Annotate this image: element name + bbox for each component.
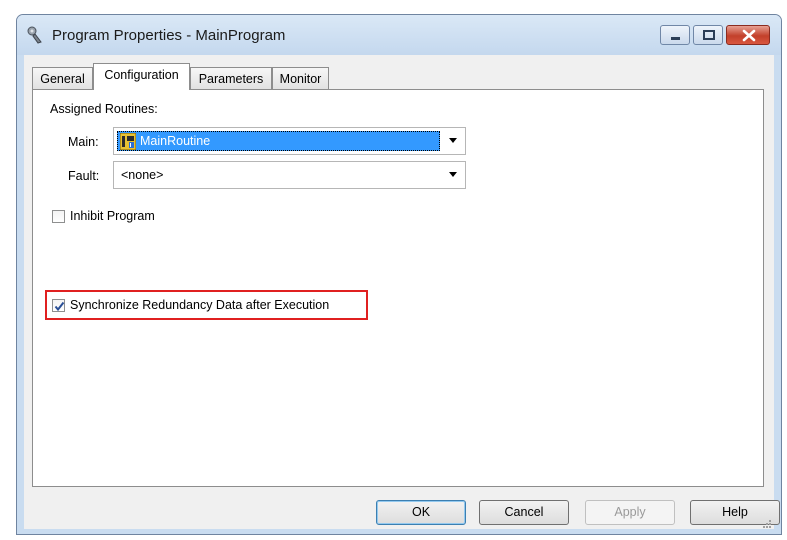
- fault-routine-select[interactable]: <none>: [113, 161, 466, 189]
- synchronize-redundancy-label[interactable]: Synchronize Redundancy Data after Execut…: [70, 298, 329, 312]
- ok-button[interactable]: OK: [376, 500, 466, 525]
- checkmark-icon: [54, 301, 65, 312]
- inhibit-program-checkbox[interactable]: [52, 210, 65, 223]
- assigned-routines-label: Assigned Routines:: [50, 102, 158, 116]
- fault-routine-value: <none>: [121, 168, 164, 182]
- title-bar[interactable]: Program Properties - MainProgram: [17, 15, 781, 55]
- fault-routine-label: Fault:: [68, 169, 100, 183]
- chevron-down-icon[interactable]: [449, 172, 457, 177]
- dialog-window: Program Properties - MainProgram General…: [16, 14, 782, 535]
- program-properties-icon: [26, 25, 44, 45]
- window-title: Program Properties - MainProgram: [52, 27, 286, 44]
- synchronize-redundancy-checkbox[interactable]: [52, 299, 65, 312]
- routine-icon: [119, 132, 137, 151]
- tab-general[interactable]: General: [32, 67, 93, 89]
- tab-parameters[interactable]: Parameters: [190, 67, 272, 89]
- main-routine-select[interactable]: MainRoutine: [113, 127, 466, 155]
- maximize-button[interactable]: [693, 25, 723, 45]
- apply-button[interactable]: Apply: [585, 500, 675, 525]
- cancel-button[interactable]: Cancel: [479, 500, 569, 525]
- main-routine-label: Main:: [68, 135, 99, 149]
- configuration-panel: Assigned Routines: Main: MainRoutine Fau…: [32, 89, 764, 487]
- main-routine-value: MainRoutine: [140, 134, 211, 148]
- resize-grip-icon[interactable]: [762, 517, 772, 528]
- tab-configuration[interactable]: Configuration: [93, 63, 190, 90]
- inhibit-program-label[interactable]: Inhibit Program: [70, 209, 155, 223]
- dialog-client-area: General Configuration Parameters Monitor…: [24, 55, 780, 529]
- minimize-button[interactable]: [660, 25, 690, 45]
- close-button[interactable]: [726, 25, 770, 45]
- close-icon: [742, 29, 756, 42]
- minimize-icon: [671, 37, 680, 40]
- maximize-icon: [703, 30, 715, 40]
- tab-monitor[interactable]: Monitor: [272, 67, 329, 89]
- chevron-down-icon[interactable]: [449, 138, 457, 143]
